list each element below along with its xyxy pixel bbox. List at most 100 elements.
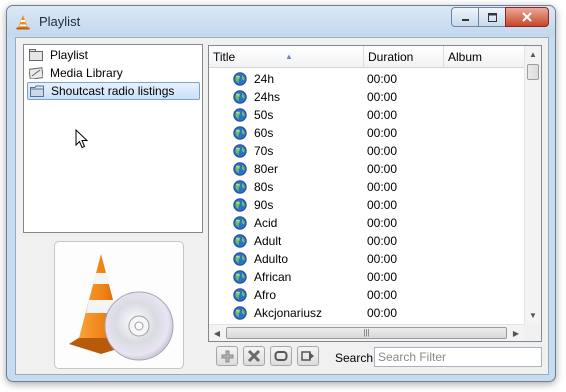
row-duration: 00:00 — [367, 126, 398, 140]
sidebar-item-media-library[interactable]: Media Library — [27, 64, 200, 82]
add-icon — [221, 350, 233, 362]
row-duration: 00:00 — [367, 90, 398, 104]
row-duration: 00:00 — [367, 234, 398, 248]
row-duration: 00:00 — [367, 72, 398, 86]
globe-icon — [233, 306, 247, 320]
table-row[interactable]: 80er 00:00 — [209, 160, 524, 178]
scroll-up-icon[interactable]: ▲ — [525, 46, 541, 63]
table-row[interactable]: 90s 00:00 — [209, 196, 524, 214]
row-duration: 00:00 — [367, 198, 398, 212]
row-duration: 00:00 — [367, 162, 398, 176]
row-title: Acid — [254, 216, 278, 230]
row-title: Akcjonariusz — [254, 306, 323, 320]
row-title: 70s — [254, 144, 274, 158]
column-header-duration[interactable]: Duration — [364, 46, 444, 67]
column-header-album[interactable]: Album — [444, 46, 524, 67]
row-duration: 00:00 — [367, 180, 398, 194]
globe-icon — [233, 144, 247, 158]
table-row[interactable]: 24h 00:00 — [209, 70, 524, 88]
globe-icon — [233, 72, 247, 86]
vertical-scroll-thumb[interactable] — [527, 64, 539, 80]
row-duration: 00:00 — [367, 252, 398, 266]
scroll-right-icon[interactable]: ▶ — [508, 325, 524, 341]
scroll-down-icon[interactable]: ▼ — [525, 307, 541, 324]
search-input[interactable] — [374, 347, 542, 367]
repeat-button[interactable] — [270, 346, 292, 366]
globe-icon — [233, 126, 247, 140]
vlc-logo-icon — [69, 254, 174, 361]
scroll-left-icon[interactable]: ◀ — [209, 325, 225, 341]
remove-button[interactable] — [243, 346, 265, 366]
row-title: Adulto — [254, 252, 289, 266]
playlist-icon — [29, 49, 43, 61]
table-header: Title ▲ Duration Album — [209, 46, 524, 68]
folder-icon — [30, 85, 44, 97]
title-bar[interactable]: Playlist — [7, 6, 555, 36]
row-title: 24h — [254, 72, 275, 86]
row-title: 80er — [254, 162, 279, 176]
sidebar-item-shoutcast[interactable]: Shoutcast radio listings — [27, 82, 200, 100]
globe-icon — [233, 288, 247, 302]
client-area: Playlist Media Library Shoutcast radio l… — [15, 37, 549, 375]
row-title: 24hs — [254, 90, 281, 104]
globe-icon — [233, 162, 247, 176]
horizontal-scroll-thumb[interactable]: ||| — [226, 327, 507, 339]
row-duration: 00:00 — [367, 306, 398, 320]
vlc-cone-icon — [16, 15, 30, 30]
scrollbar-corner — [524, 324, 541, 341]
table-row[interactable]: Acid 00:00 — [209, 214, 524, 232]
row-duration: 00:00 — [367, 270, 398, 284]
globe-icon — [233, 216, 247, 230]
maximize-button[interactable] — [478, 7, 506, 27]
album-art — [54, 241, 184, 369]
close-icon — [522, 12, 532, 22]
globe-icon — [233, 270, 247, 284]
table-row[interactable]: Akcjonariusz 00:00 — [209, 304, 524, 322]
table-row[interactable]: Afro 00:00 — [209, 286, 524, 304]
maximize-icon — [487, 12, 497, 22]
table-row[interactable]: 24hs 00:00 — [209, 88, 524, 106]
row-title: 60s — [254, 126, 274, 140]
table-row[interactable]: Adulto 00:00 — [209, 250, 524, 268]
horizontal-scrollbar[interactable]: ◀ ||| ▶ — [209, 324, 524, 341]
column-header-title[interactable]: Title ▲ — [209, 46, 364, 67]
row-title: 50s — [254, 108, 274, 122]
row-duration: 00:00 — [367, 144, 398, 158]
table-row[interactable]: 80s 00:00 — [209, 178, 524, 196]
globe-icon — [233, 90, 247, 104]
sidebar-tree: Playlist Media Library Shoutcast radio l… — [23, 44, 203, 233]
search-label: Search — [335, 351, 374, 365]
minimize-button[interactable] — [451, 7, 479, 27]
window-title: Playlist — [39, 14, 81, 29]
sidebar-item-label: Playlist — [50, 48, 89, 62]
globe-icon — [233, 234, 247, 248]
row-title: 80s — [254, 180, 274, 194]
globe-icon — [233, 198, 247, 212]
add-button[interactable] — [216, 346, 238, 366]
row-duration: 00:00 — [367, 216, 398, 230]
row-title: Adult — [254, 234, 282, 248]
row-duration: 00:00 — [367, 288, 398, 302]
close-button[interactable] — [505, 7, 549, 27]
mouse-cursor-icon — [75, 129, 88, 149]
table-row[interactable]: 70s 00:00 — [209, 142, 524, 160]
row-title: African — [254, 270, 292, 284]
playlist-table: Title ▲ Duration Album 24h 00:00 24hs 00:00… — [208, 45, 542, 342]
vertical-scrollbar[interactable]: ▲ ▼ — [524, 46, 541, 324]
table-row[interactable]: 60s 00:00 — [209, 124, 524, 142]
repeat-icon — [274, 351, 288, 361]
remove-icon — [247, 349, 261, 363]
table-row[interactable]: African 00:00 — [209, 268, 524, 286]
table-row[interactable]: Adult 00:00 — [209, 232, 524, 250]
sidebar-item-label: Shoutcast radio listings — [51, 84, 175, 98]
sort-button[interactable] — [297, 346, 319, 366]
row-title: Afro — [254, 288, 277, 302]
sort-ascending-icon: ▲ — [285, 52, 293, 61]
sort-icon — [301, 351, 314, 361]
row-duration: 00:00 — [367, 108, 398, 122]
playlist-window: Playlist Playlist Media Library Shoutcas… — [6, 5, 556, 382]
globe-icon — [233, 108, 247, 122]
table-row[interactable]: 50s 00:00 — [209, 106, 524, 124]
globe-icon — [233, 180, 247, 194]
sidebar-item-playlist[interactable]: Playlist — [27, 46, 200, 64]
